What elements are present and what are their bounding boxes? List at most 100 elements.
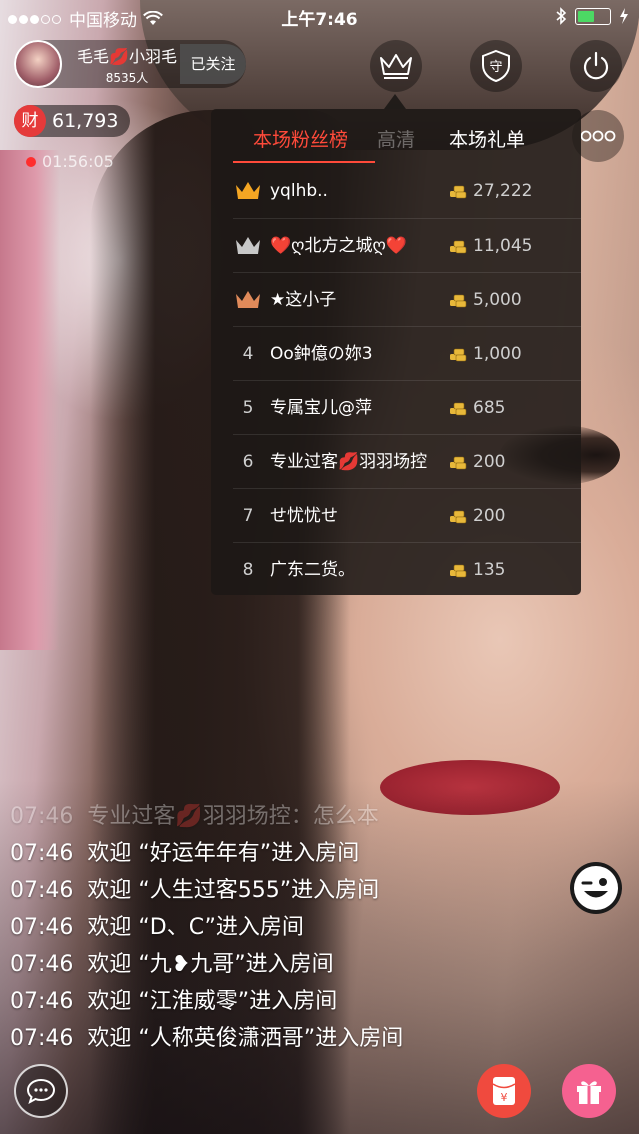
contribution-amount: 200 — [473, 506, 506, 526]
chat-time: 07:46 — [10, 804, 74, 829]
leaderboard-row[interactable]: 6 专业过客💋羽羽场控 200 — [233, 434, 581, 489]
bluetooth-icon — [556, 7, 567, 25]
chat-text: 欢迎 “D、C”进入房间 — [87, 915, 304, 940]
fan-name: yqlhb.. — [270, 181, 328, 201]
rank-number: 4 — [242, 344, 254, 364]
chat-message: 07:46 欢迎 “人生过客555”进入房间 — [10, 872, 550, 909]
fan-name: ★这小子 — [270, 290, 337, 310]
chat-time: 07:46 — [10, 952, 74, 977]
active-tab-underline — [233, 161, 375, 163]
shield-icon: 守 — [482, 49, 510, 83]
coin-icon — [449, 562, 467, 578]
emoji-button[interactable] — [570, 862, 622, 914]
chat-messages: 07:46 专业过客💋羽羽场控：怎么本 07:46 欢迎 “好运年年有”进入房间 07:… — [10, 798, 550, 1057]
chat-input-button[interactable] — [14, 1064, 68, 1118]
leaderboard-row[interactable]: 8 广东二货。 135 — [233, 542, 581, 597]
leaderboard-button[interactable] — [370, 40, 422, 92]
more-icon — [580, 130, 616, 142]
chat-text: 专业过客💋羽羽场控：怎么本 — [87, 804, 379, 829]
contribution-amount: 5,000 — [473, 290, 522, 310]
chat-text: 欢迎 “好运年年有”进入房间 — [87, 841, 360, 866]
coin-icon — [449, 292, 467, 308]
chat-message: 07:46 专业过客💋羽羽场控：怎么本 — [10, 798, 550, 835]
coin-icon — [449, 183, 467, 199]
fan-name: 专业过客💋羽羽场控 — [270, 452, 428, 472]
crown-icon — [380, 54, 412, 79]
red-packet-button[interactable]: ¥ — [477, 1064, 531, 1118]
crown-gold-icon — [233, 164, 263, 218]
battery-icon — [575, 7, 611, 25]
charging-icon — [620, 8, 628, 24]
leaderboard-popup: 本场粉丝榜 高清 本场礼单 yqlhb.. 27,222 ❤️ღ北方之城ღ❤️ 11,… — [211, 109, 581, 595]
fan-name: ❤️ღ北方之城ღ❤️ — [270, 236, 408, 256]
chat-bubble-icon — [26, 1078, 56, 1104]
leaderboard-row[interactable]: ★这小子 5,000 — [233, 272, 581, 327]
gift-icon — [577, 1081, 601, 1104]
rank-number: 5 — [242, 398, 254, 418]
leaderboard-tabs: 本场粉丝榜 高清 本场礼单 — [211, 109, 581, 164]
crown-bronze-icon — [233, 273, 263, 327]
wealth-badge[interactable]: 财 61,793 — [14, 105, 131, 137]
contribution-amount: 135 — [473, 560, 506, 580]
tab-gift-list[interactable]: 本场礼单 — [449, 125, 525, 152]
fan-name: せ忧忧せ — [270, 506, 338, 526]
coin-icon — [449, 346, 467, 362]
wealth-value: 61,793 — [52, 110, 119, 132]
rank-number: 6 — [242, 452, 254, 472]
leaderboard-row[interactable]: 4 Oo鈡億の妳3 1,000 — [233, 326, 581, 381]
tab-hd-hidden: 高清 — [377, 129, 416, 151]
chat-text: 欢迎 “九❥九哥”进入房间 — [87, 952, 334, 977]
chat-message: 07:46 欢迎 “人称英俊潇洒哥”进入房间 — [10, 1020, 550, 1057]
chat-time: 07:46 — [10, 841, 74, 866]
live-timer-value: 01:56:05 — [42, 152, 114, 171]
exit-button[interactable] — [570, 40, 622, 92]
coin-icon — [449, 238, 467, 254]
chat-text: 欢迎 “人生过客555”进入房间 — [87, 878, 380, 903]
chat-text: 欢迎 “江淮威零”进入房间 — [87, 989, 338, 1014]
host-fan-count: 8535人 — [105, 70, 149, 85]
chat-time: 07:46 — [10, 989, 74, 1014]
power-icon — [583, 51, 609, 80]
wink-face-icon — [574, 866, 618, 910]
coin-icon — [449, 508, 467, 524]
chat-time: 07:46 — [10, 1026, 74, 1051]
host-name: 毛毛💋小羽毛 — [77, 46, 177, 66]
fan-name: 专属宝儿@萍 — [270, 398, 372, 418]
chat-text: 欢迎 “人称英俊潇洒哥”进入房间 — [87, 1026, 404, 1051]
contribution-amount: 11,045 — [473, 236, 533, 256]
leaderboard-row[interactable]: yqlhb.. 27,222 — [233, 164, 581, 218]
gift-button[interactable] — [562, 1064, 616, 1118]
coin-icon — [449, 454, 467, 470]
clock: 上午7:46 — [281, 10, 358, 30]
rank-number: 8 — [242, 560, 254, 580]
rank-number: 7 — [242, 506, 254, 526]
contribution-amount: 1,000 — [473, 344, 522, 364]
status-bar: 中国移动 上午7:46 — [0, 0, 639, 32]
guard-button[interactable]: 守 — [470, 40, 522, 92]
popup-caret — [384, 94, 406, 109]
follow-button[interactable]: 已关注 — [180, 44, 246, 84]
contribution-amount: 27,222 — [473, 181, 533, 201]
host-info-pill[interactable]: 毛毛💋小羽毛 8535人 已关注 — [14, 40, 246, 88]
coin-icon — [449, 400, 467, 416]
crown-silver-icon — [233, 219, 263, 273]
leaderboard-row[interactable]: ❤️ღ北方之城ღ❤️ 11,045 — [233, 218, 581, 273]
leaderboard-row[interactable]: 7 せ忧忧せ 200 — [233, 488, 581, 543]
chat-message: 07:46 欢迎 “好运年年有”进入房间 — [10, 835, 550, 872]
contribution-amount: 200 — [473, 452, 506, 472]
svg-text:¥: ¥ — [501, 1091, 508, 1104]
red-packet-icon: ¥ — [492, 1077, 516, 1105]
chat-message: 07:46 欢迎 “D、C”进入房间 — [10, 909, 550, 946]
tab-fans-ranking[interactable]: 本场粉丝榜 — [253, 125, 348, 152]
live-timer: 01:56:05 — [26, 152, 114, 171]
contribution-amount: 685 — [473, 398, 506, 418]
wealth-icon: 财 — [14, 105, 46, 137]
chat-time: 07:46 — [10, 878, 74, 903]
chat-time: 07:46 — [10, 915, 74, 940]
fan-name: 广东二货。 — [270, 560, 355, 580]
host-avatar[interactable] — [14, 40, 62, 88]
fan-name: Oo鈡億の妳3 — [270, 344, 373, 364]
recording-dot-icon — [26, 156, 36, 167]
leaderboard-row[interactable]: 5 专属宝儿@萍 685 — [233, 380, 581, 435]
chat-message: 07:46 欢迎 “江淮威零”进入房间 — [10, 983, 550, 1020]
